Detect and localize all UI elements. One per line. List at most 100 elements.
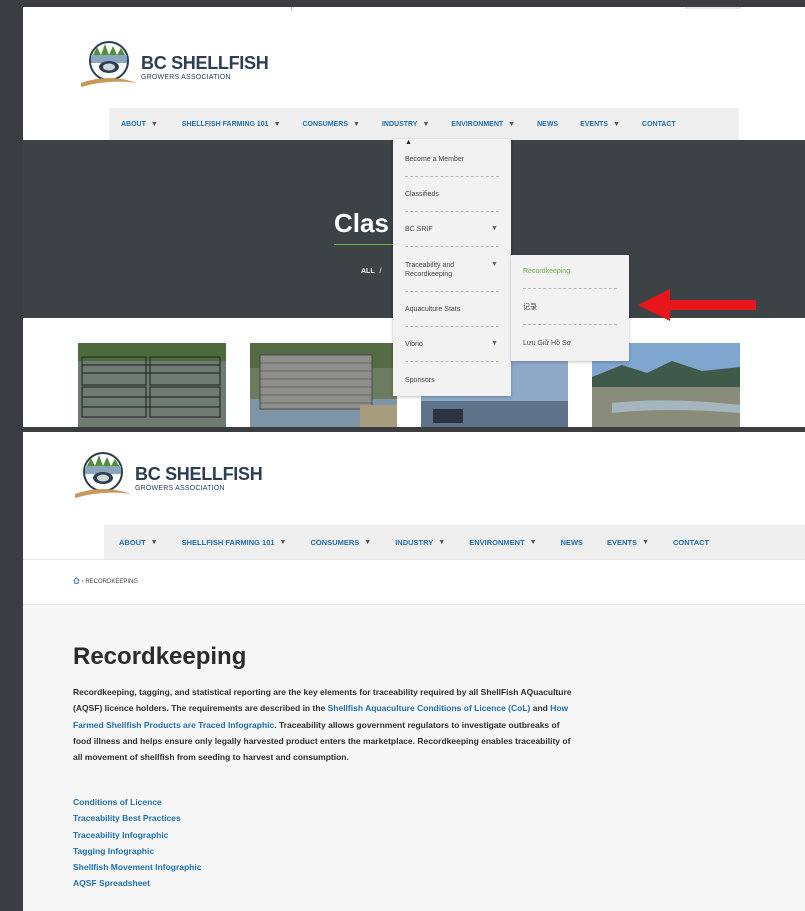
- submenu-item-recordkeeping[interactable]: Recordkeeping: [523, 267, 617, 276]
- nav-about-label: ABOUT: [121, 121, 146, 128]
- nav-industry-label: INDUSTRY: [395, 537, 434, 547]
- chevron-down-icon: ▼: [491, 261, 498, 268]
- nav-contact[interactable]: CONTACT: [673, 538, 709, 547]
- menu-divider: [405, 291, 499, 292]
- chevron-down-icon: ▼: [613, 121, 621, 128]
- link-traceability-infographic[interactable]: Traceability Infographic: [73, 827, 201, 843]
- nav-news[interactable]: NEWS: [537, 121, 558, 128]
- nav-environment[interactable]: ENVIRONMENT ▼: [451, 121, 515, 128]
- menu-divider: [523, 288, 617, 289]
- site-logo[interactable]: BC SHELLFISH GROWERS ASSOCIATION: [73, 444, 263, 504]
- nav-contact-label: CONTACT: [642, 121, 676, 128]
- nav-consumers-label: CONSUMERS: [302, 121, 349, 128]
- classified-photo-2[interactable]: [250, 343, 397, 427]
- menu-item-bc-srif[interactable]: BC SRIF: [405, 225, 499, 234]
- chevron-down-icon: ▼: [508, 121, 516, 128]
- menu-item-aquaculture-stats[interactable]: Aquaculture Stats: [405, 305, 499, 314]
- menu-divider: [405, 176, 499, 177]
- nav-news[interactable]: NEWS: [561, 538, 584, 547]
- paragraph-text: and: [530, 703, 551, 714]
- link-aqsf-spreadsheet[interactable]: AQSF Spreadsheet: [73, 875, 201, 891]
- nav-shellfish-farming[interactable]: SHELLFISH FARMING 101 ▼: [182, 121, 281, 128]
- logo-subtitle: GROWERS ASSOCIATION: [141, 73, 231, 81]
- main-nav: ABOUT ▼ SHELLFISH FARMING 101 ▼ CONSUMERS ▼…: [109, 108, 739, 141]
- nav-news-label: NEWS: [537, 121, 559, 128]
- nav-environment-label: ENVIRONMENT: [451, 121, 504, 128]
- red-arrow-icon: [638, 289, 758, 326]
- menu-item-traceability[interactable]: Traceability and Recordkeeping: [405, 261, 480, 279]
- hero-underline: [334, 244, 394, 245]
- site-logo[interactable]: BC SHELLFISH GROWERS ASSOCIATION: [79, 33, 269, 93]
- top-bar-fragment: [685, 7, 741, 9]
- menu-item-become-member[interactable]: Become a Member: [405, 155, 499, 164]
- chevron-down-icon: ▼: [491, 340, 498, 347]
- nav-news-label: NEWS: [560, 537, 584, 547]
- nav-events-label: EVENTS: [607, 537, 638, 547]
- menu-divider: [405, 326, 499, 327]
- chevron-down-icon: ▼: [422, 121, 430, 128]
- logo-emblem-icon: [73, 444, 133, 504]
- classified-photo-1[interactable]: [78, 343, 226, 427]
- nav-shellfish-farming-label: SHELLFISH FARMING 101: [181, 121, 269, 128]
- bottom-screenshot-panel: BC SHELLFISH GROWERS ASSOCIATION ABOUT ▼ …: [23, 432, 805, 911]
- logo-subtitle: GROWERS ASSOCIATION: [135, 484, 225, 492]
- col-link[interactable]: Shellfish Aquaculture Conditions of Lice…: [328, 703, 531, 713]
- traceability-submenu: Recordkeeping 记录 Lưu Giữ Hồ Sơ: [511, 255, 629, 361]
- menu-item-classifieds[interactable]: Classifieds: [405, 190, 499, 199]
- nav-contact-label: CONTACT: [673, 537, 710, 547]
- link-shellfish-movement-infographic[interactable]: Shellfish Movement Infographic: [73, 859, 201, 875]
- menu-divider: [405, 246, 499, 247]
- chevron-down-icon: ▼: [279, 538, 287, 546]
- main-nav: ABOUT ▼ SHELLFISH FARMING 101 ▼ CONSUMERS ▼…: [104, 525, 805, 559]
- nav-industry-label: INDUSTRY: [381, 121, 418, 128]
- chevron-down-icon: ▼: [353, 121, 360, 128]
- nav-events[interactable]: EVENTS ▼: [580, 121, 620, 128]
- nav-events[interactable]: EVENTS ▼: [607, 538, 649, 547]
- nav-industry[interactable]: INDUSTRY ▼: [395, 538, 445, 547]
- nav-consumers-label: CONSUMERS: [310, 537, 360, 547]
- nav-about[interactable]: ABOUT ▼: [121, 121, 158, 128]
- nav-consumers[interactable]: CONSUMERS ▼: [303, 121, 360, 128]
- nav-environment-label: ENVIRONMENT: [469, 537, 525, 547]
- breadcrumb: › RECORDKEEPING: [73, 577, 138, 586]
- nav-industry[interactable]: INDUSTRY ▼: [382, 121, 429, 128]
- dropdown-pointer-icon: ▲: [405, 139, 412, 146]
- chevron-down-icon: ▼: [438, 538, 446, 546]
- menu-divider: [405, 211, 499, 212]
- nav-events-label: EVENTS: [580, 121, 609, 128]
- nav-bottom-border: [23, 559, 805, 560]
- logo-title: BC SHELLFISH: [135, 463, 263, 484]
- filter-separator: /: [379, 268, 382, 275]
- breadcrumb-separator: ›: [81, 579, 84, 586]
- nav-environment[interactable]: ENVIRONMENT ▼: [469, 538, 536, 547]
- nav-contact[interactable]: CONTACT: [642, 121, 676, 128]
- link-tagging-infographic[interactable]: Tagging Infographic: [73, 843, 201, 859]
- nav-about[interactable]: ABOUT ▼: [119, 538, 158, 547]
- top-divider: [291, 7, 292, 11]
- link-conditions-of-licence[interactable]: Conditions of Licence: [73, 794, 201, 810]
- chevron-down-icon: ▼: [150, 121, 158, 128]
- logo-emblem-icon: [79, 33, 139, 93]
- submenu-item-vietnamese[interactable]: Lưu Giữ Hồ Sơ: [523, 339, 617, 348]
- filter-all[interactable]: ALL: [361, 268, 374, 275]
- menu-item-sponsors[interactable]: Sponsors: [405, 376, 499, 385]
- page-title: Recordkeeping: [73, 643, 247, 670]
- chevron-down-icon: ▼: [642, 538, 649, 546]
- hero-title: Clas: [334, 208, 389, 238]
- chevron-down-icon: ▼: [529, 538, 537, 546]
- menu-divider: [523, 324, 617, 325]
- link-traceability-best-practices[interactable]: Traceability Best Practices: [73, 810, 201, 826]
- nav-shellfish-farming-label: SHELLFISH FARMING 101: [181, 537, 275, 547]
- breadcrumb-current: RECORDKEEPING: [85, 579, 139, 586]
- nav-about-label: ABOUT: [119, 537, 146, 547]
- chevron-down-icon: ▼: [491, 225, 498, 232]
- top-screenshot-panel: BC SHELLFISH GROWERS ASSOCIATION ABOUT ▼ …: [23, 7, 805, 427]
- menu-divider: [405, 361, 499, 362]
- nav-consumers[interactable]: CONSUMERS ▼: [310, 538, 371, 547]
- intro-paragraph: Recordkeeping, tagging, and statistical …: [73, 684, 578, 765]
- logo-title: BC SHELLFISH: [141, 52, 269, 73]
- home-icon[interactable]: [73, 577, 80, 586]
- submenu-item-chinese[interactable]: 记录: [523, 303, 617, 312]
- nav-shellfish-farming[interactable]: SHELLFISH FARMING 101 ▼: [182, 538, 287, 547]
- menu-item-vibrio[interactable]: Vibrio: [405, 340, 499, 349]
